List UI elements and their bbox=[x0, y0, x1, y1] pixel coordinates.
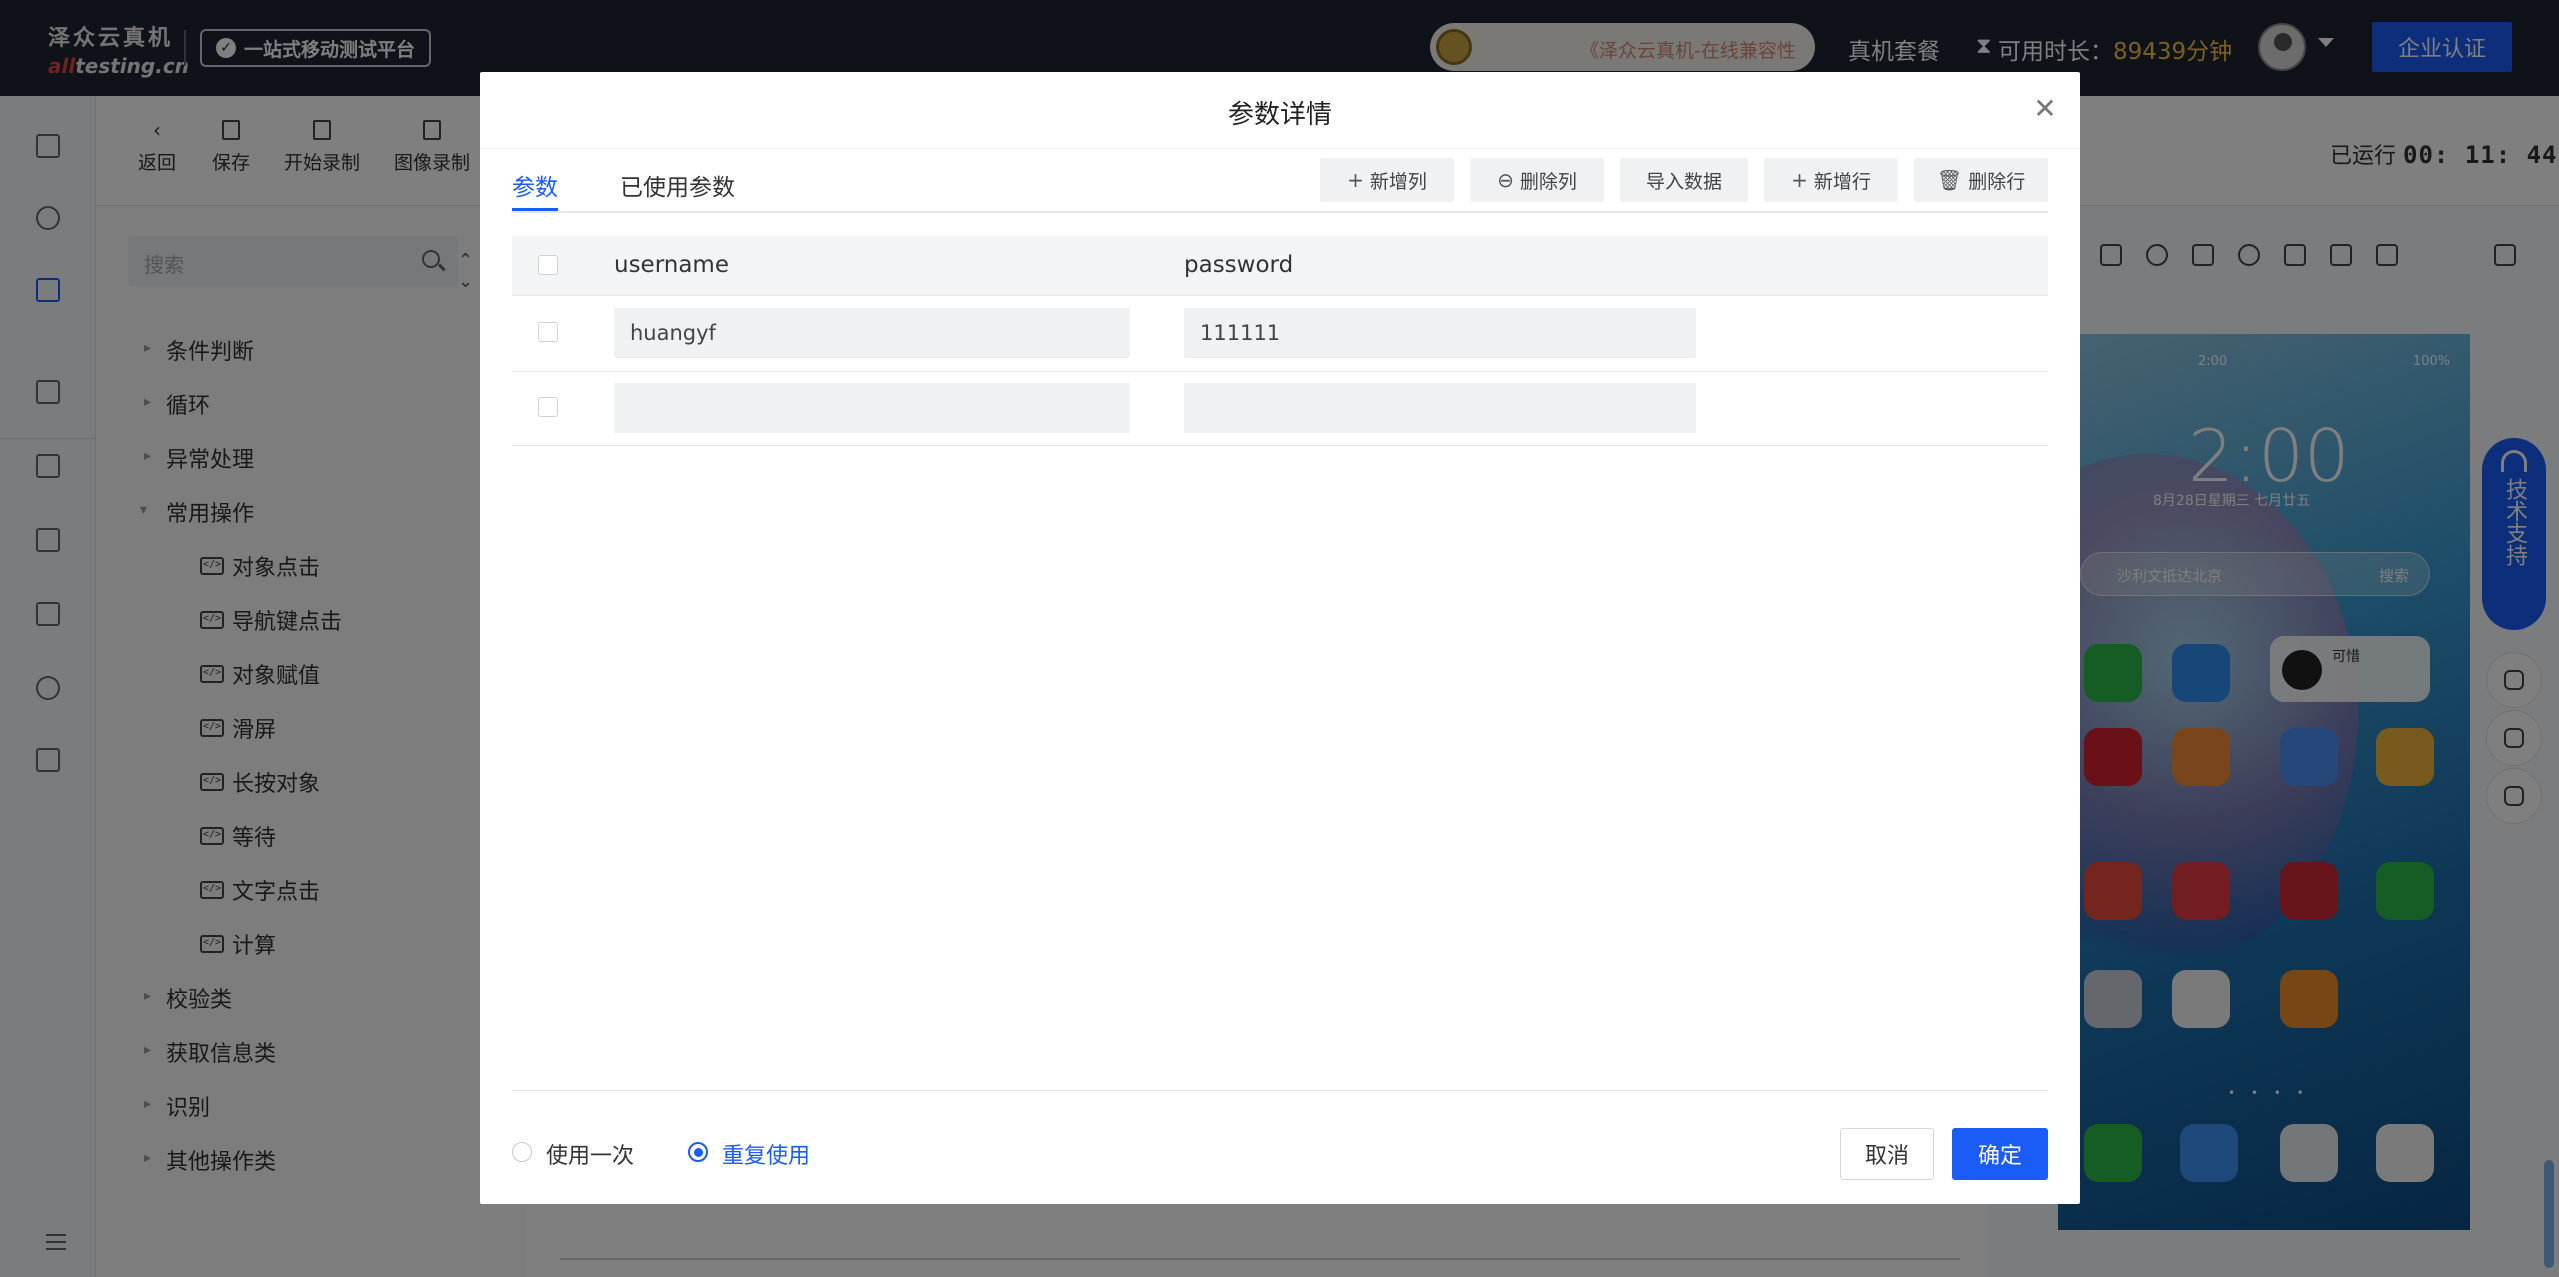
row-divider bbox=[512, 371, 2048, 372]
dialog-footer-divider bbox=[512, 1090, 2048, 1091]
active-tab-indicator bbox=[512, 208, 558, 211]
delete-column-button[interactable]: ⊖ 删除列 bbox=[1470, 158, 1604, 202]
plus-icon: + bbox=[1347, 168, 1364, 192]
trash-icon: 🗑 bbox=[1936, 168, 1963, 192]
use-once-label[interactable]: 使用一次 bbox=[546, 1138, 634, 1170]
row-checkbox[interactable] bbox=[538, 397, 558, 417]
import-data-label: 导入数据 bbox=[1645, 170, 1722, 193]
row-checkbox[interactable] bbox=[538, 322, 558, 342]
select-all-checkbox[interactable] bbox=[538, 255, 558, 275]
delete-row-button[interactable]: 🗑 删除行 bbox=[1914, 158, 2048, 202]
confirm-button[interactable]: 确定 bbox=[1952, 1128, 2048, 1180]
add-column-label: 新增列 bbox=[1369, 170, 1427, 193]
reuse-label[interactable]: 重复使用 bbox=[722, 1138, 810, 1170]
plus-icon: + bbox=[1791, 168, 1808, 192]
cancel-button[interactable]: 取消 bbox=[1840, 1128, 1934, 1180]
reuse-radio[interactable] bbox=[688, 1142, 708, 1162]
username-cell-input[interactable] bbox=[614, 383, 1130, 433]
param-detail-dialog: 参数详情 ✕ 参数 已使用参数 + 新增列 ⊖ 删除列 导入数据 + 新增行 🗑 删除行… bbox=[480, 72, 2080, 1204]
tab-used-params[interactable]: 已使用参数 bbox=[620, 168, 735, 202]
add-row-label: 新增行 bbox=[1813, 170, 1871, 193]
add-column-button[interactable]: + 新增列 bbox=[1320, 158, 1454, 202]
use-once-radio[interactable] bbox=[512, 1142, 532, 1162]
password-cell-input[interactable] bbox=[1184, 383, 1696, 433]
password-cell-input[interactable]: 111111 bbox=[1184, 308, 1696, 358]
table-header: username password bbox=[512, 236, 2048, 296]
dialog-title: 参数详情 bbox=[1227, 100, 1332, 130]
column-header-username: username bbox=[614, 252, 729, 278]
dialog-header-divider bbox=[480, 148, 2080, 149]
add-row-button[interactable]: + 新增行 bbox=[1764, 158, 1898, 202]
column-header-password: password bbox=[1184, 252, 1294, 278]
close-icon[interactable]: ✕ bbox=[2030, 94, 2060, 124]
username-cell-input[interactable]: huangyf bbox=[614, 308, 1130, 358]
delete-column-label: 删除列 bbox=[1519, 170, 1577, 193]
tab-params[interactable]: 参数 bbox=[512, 168, 558, 202]
tabs-divider bbox=[512, 211, 2048, 213]
minus-circle-icon: ⊖ bbox=[1497, 168, 1514, 192]
delete-row-label: 删除行 bbox=[1968, 170, 2026, 193]
row-divider bbox=[512, 445, 2048, 446]
import-data-button[interactable]: 导入数据 bbox=[1620, 158, 1748, 202]
